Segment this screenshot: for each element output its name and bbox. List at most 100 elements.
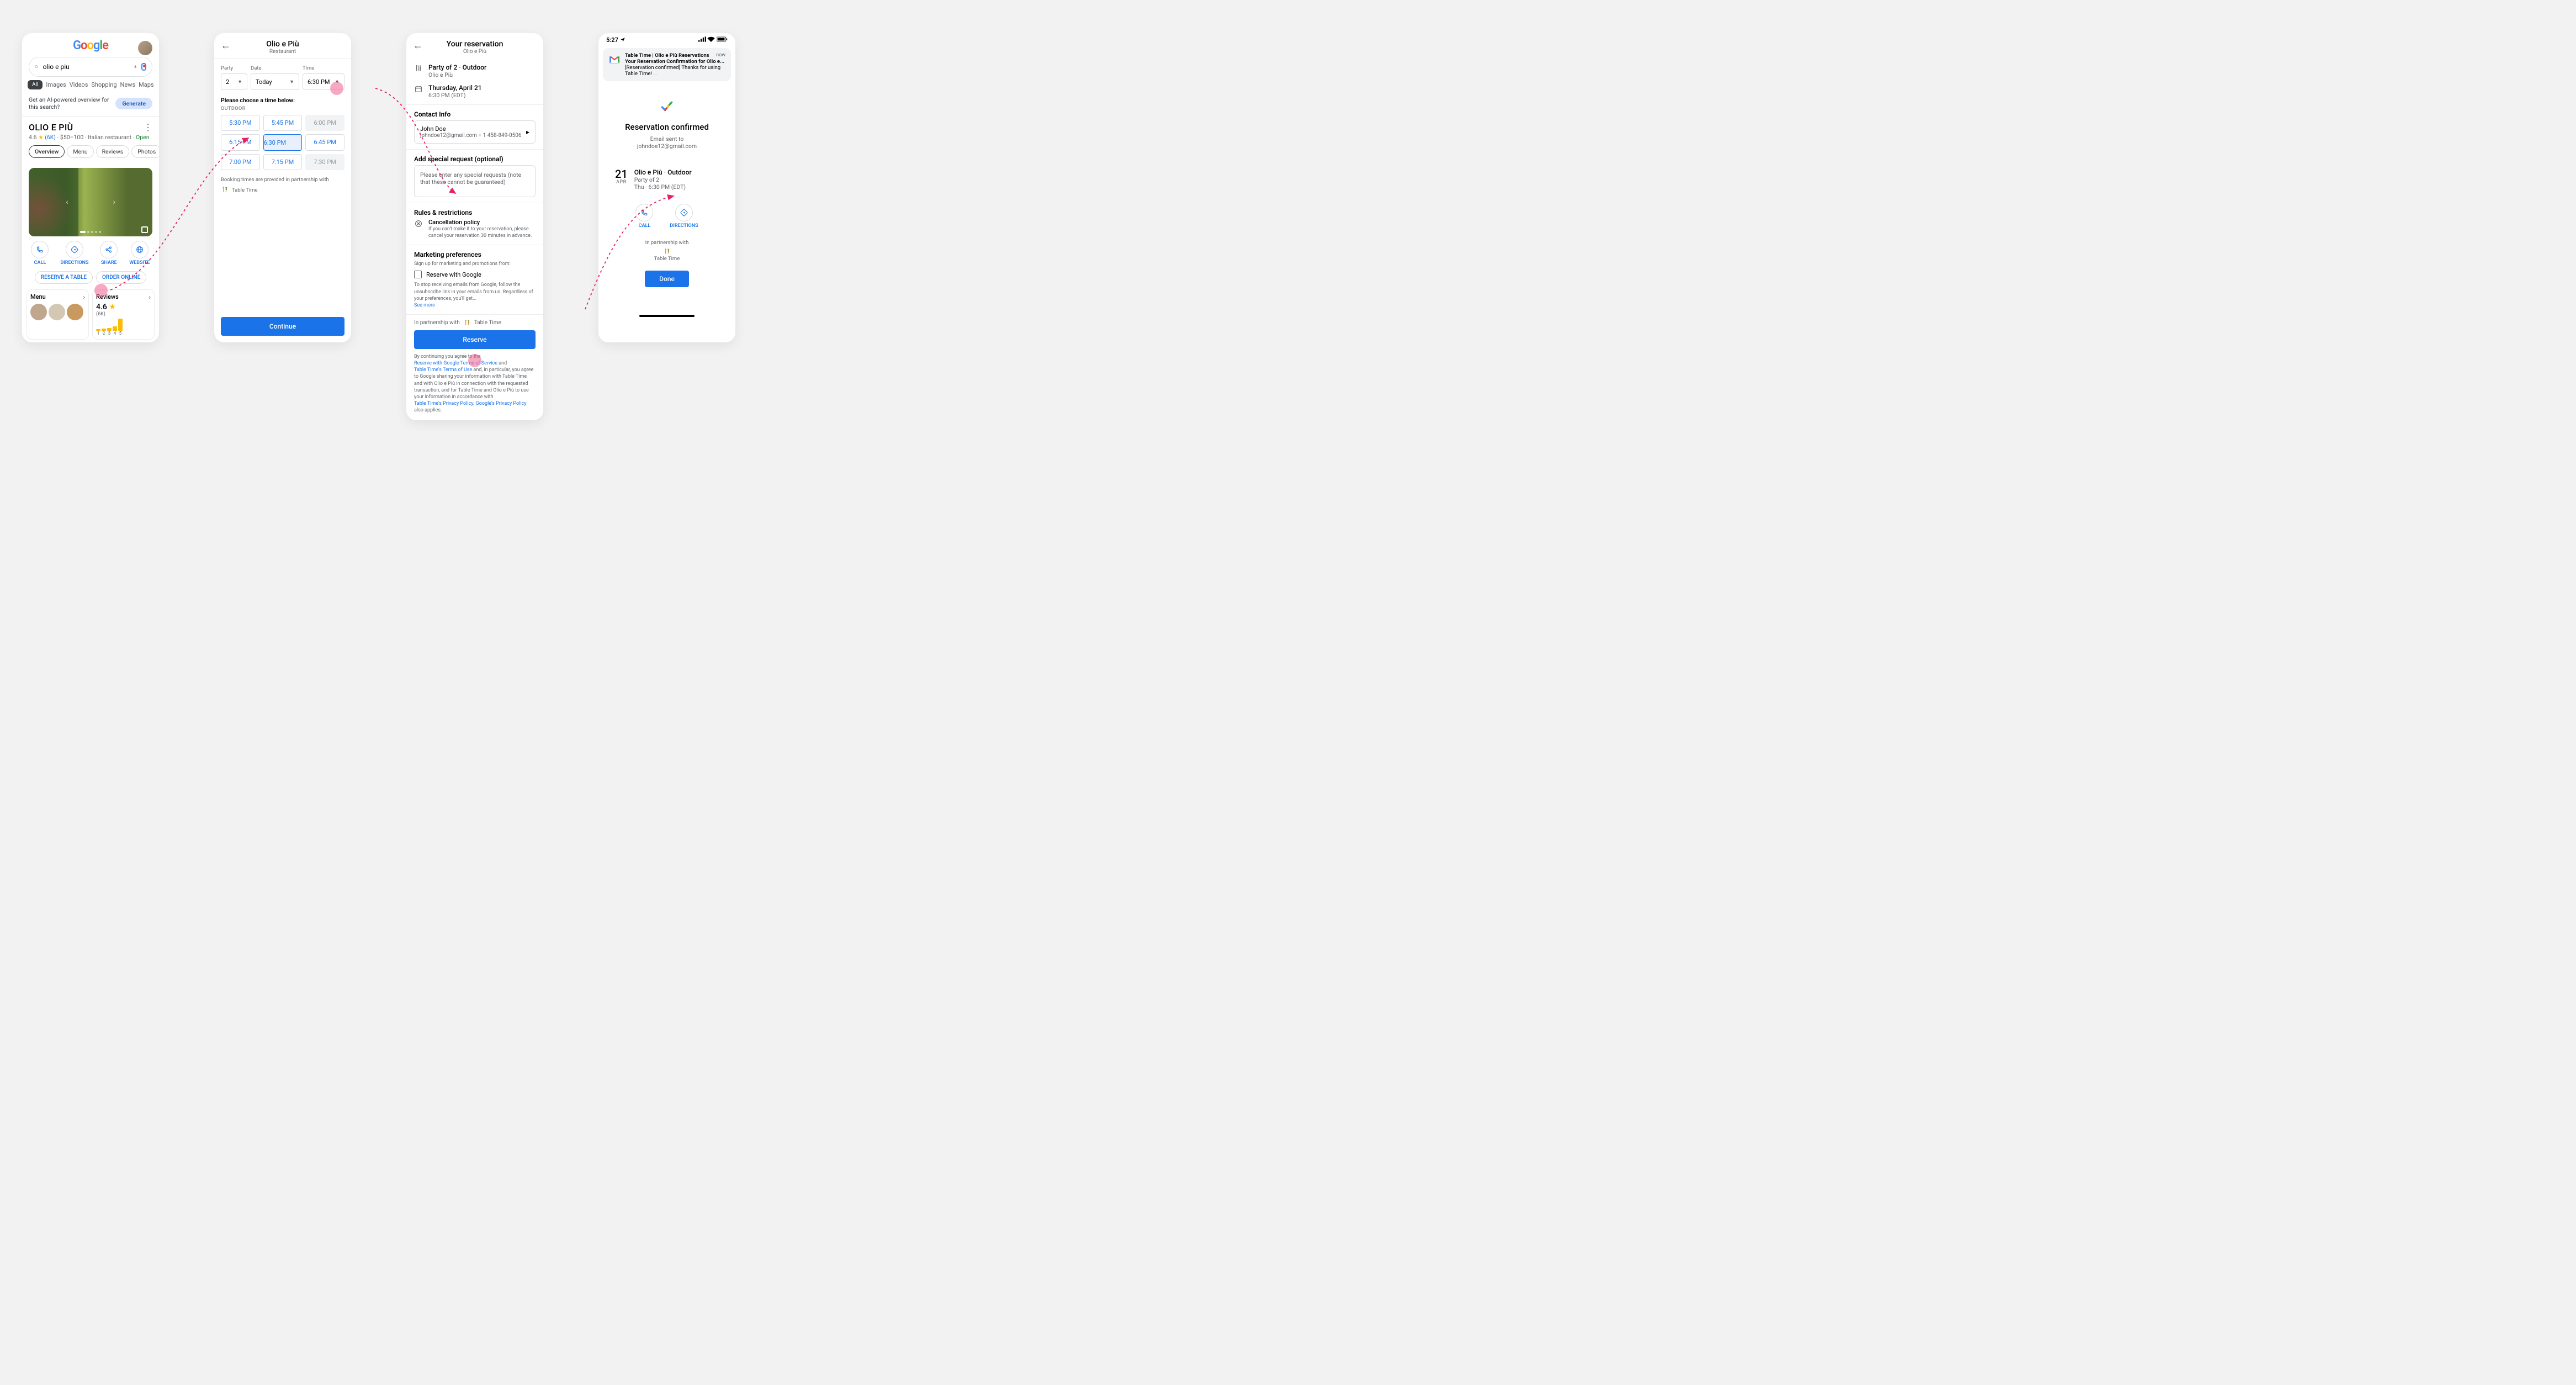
time-slot: 7:30 PM — [305, 154, 344, 170]
search-input[interactable] — [43, 63, 129, 71]
search-icon — [35, 63, 39, 71]
selector-row: Party 2▼ Date Today▼ Time 6:30 PM▼ — [214, 59, 351, 97]
lens-icon[interactable] — [141, 63, 146, 71]
tt-tos-link[interactable]: Table Time's Terms of Use — [414, 367, 472, 373]
rating-histogram — [96, 319, 151, 331]
flow-stage: Google All Images Videos Shopping News M… — [22, 33, 2554, 420]
time-grid: 5:30 PM5:45 PM6:00 PM 6:15 PM6:30 PM6:45 … — [214, 115, 351, 170]
ai-overview-row: Get an AI-powered overview for this sear… — [22, 93, 159, 117]
time-slot[interactable]: 5:45 PM — [263, 115, 303, 131]
mic-icon[interactable] — [134, 63, 137, 71]
carousel-prev-icon[interactable]: ‹ — [66, 198, 68, 207]
status-bar: 5:27 — [598, 33, 735, 47]
rwg-tos-link[interactable]: Reserve with Google Terms of Service — [414, 361, 497, 366]
continue-button[interactable]: Continue — [221, 317, 344, 336]
page-subtitle: Olio e Più — [406, 49, 543, 55]
search-tabs: All Images Videos Shopping News Maps — [22, 80, 159, 93]
special-request-section: Add special request (optional) Please en… — [406, 150, 543, 203]
reviews-link[interactable]: (6K) — [45, 134, 56, 141]
partner-line: Booking times are provided in partnershi… — [214, 170, 351, 200]
checkmark-icon — [660, 100, 674, 114]
date-select[interactable]: Today▼ — [251, 73, 299, 90]
tab-images[interactable]: Images — [46, 81, 66, 88]
website-button[interactable]: WEBSITE — [129, 241, 150, 266]
back-icon[interactable]: ← — [413, 40, 423, 51]
conf-action-row: CALL DIRECTIONS — [598, 200, 735, 236]
page-subtitle: Restaurant — [214, 49, 351, 55]
page-title: Olio e Più — [214, 40, 351, 49]
gmail-icon — [608, 54, 621, 66]
reserve-button[interactable]: Reserve — [414, 330, 536, 349]
chevron-right-icon: › — [83, 293, 85, 301]
wifi-icon — [707, 36, 715, 42]
avatar[interactable] — [138, 41, 152, 55]
time-slot[interactable]: 5:30 PM — [221, 115, 260, 131]
directions-button[interactable]: DIRECTIONS — [670, 204, 698, 229]
tab-all[interactable]: All — [28, 80, 43, 89]
see-more-link[interactable]: See more — [414, 303, 435, 308]
time-slot[interactable]: 6:45 PM — [305, 134, 344, 151]
home-indicator — [639, 315, 695, 317]
cards-row: › Menu › Reviews 4.6 ★ (6K) 12345 — [22, 289, 159, 342]
done-button[interactable]: Done — [645, 271, 689, 287]
time-label: Time — [303, 65, 344, 71]
tab-news[interactable]: News — [120, 81, 136, 88]
tab-shopping[interactable]: Shopping — [91, 81, 116, 88]
summary-section: Party of 2 · OutdoorOlio e Più Thursday,… — [406, 58, 543, 105]
partner-logo-icon — [463, 319, 471, 327]
time-slot[interactable]: 6:30 PM — [263, 134, 303, 151]
checkbox-icon[interactable] — [414, 271, 422, 278]
carousel-next-icon[interactable]: › — [113, 198, 115, 207]
partner-line: In partnership with Table Time — [406, 315, 543, 327]
directions-button[interactable]: DIRECTIONS — [60, 241, 88, 266]
search-bar[interactable] — [29, 57, 152, 77]
action-row: CALL DIRECTIONS SHARE WEBSITE — [22, 236, 159, 269]
ai-overview-text: Get an AI-powered overview for this sear… — [29, 96, 111, 110]
chip-row: Overview Menu Reviews Photos — [29, 145, 152, 158]
party-label: Party — [221, 65, 247, 71]
location-arrow-icon — [620, 37, 626, 43]
cta-row: RESERVE A TABLE ORDER ONLINE — [22, 269, 159, 289]
special-request-input[interactable]: Please enter any special requests (note … — [414, 165, 536, 197]
time-slot[interactable]: 6:15 PM — [221, 134, 260, 151]
chip-photos[interactable]: Photos — [131, 145, 159, 158]
overflow-icon[interactable]: ⋮ — [144, 122, 152, 133]
category-label: OUTDOOR — [214, 104, 351, 115]
reviews-card[interactable]: › Reviews 4.6 ★ (6K) 12345 — [92, 289, 155, 340]
tab-videos[interactable]: Videos — [70, 81, 88, 88]
battery-icon — [717, 36, 728, 42]
tab-maps[interactable]: Maps — [139, 81, 153, 88]
tt-privacy-link[interactable]: Table Time's Privacy Policy — [414, 401, 473, 406]
confirmation-block: Reservation confirmed Email sent to john… — [598, 87, 735, 158]
signal-icon — [698, 36, 706, 42]
call-button[interactable]: CALL — [31, 241, 49, 266]
party-icon — [414, 64, 423, 75]
reserve-table-button[interactable]: RESERVE A TABLE — [35, 271, 93, 284]
contact-box[interactable]: John Doe johndoe12@gmail.com + 1 458-849… — [414, 120, 536, 144]
marketing-checkbox-row[interactable]: Reserve with Google — [414, 267, 536, 282]
chip-overview[interactable]: Overview — [29, 145, 65, 158]
time-select[interactable]: 6:30 PM▼ — [303, 73, 344, 90]
chip-menu[interactable]: Menu — [67, 145, 93, 158]
party-select[interactable]: 2▼ — [221, 73, 247, 90]
phone-confirmation: 5:27 Table Time | Olio e Più Reservation… — [598, 33, 735, 342]
time-slot[interactable]: 7:00 PM — [221, 154, 260, 170]
legal-text: By continuing you agree to the Reserve w… — [406, 353, 543, 420]
notification-banner[interactable]: Table Time | Olio e Più Reservationsnow … — [603, 48, 731, 81]
time-slot[interactable]: 7:15 PM — [263, 154, 303, 170]
google-privacy-link[interactable]: Google's Privacy Policy — [476, 401, 527, 406]
back-icon[interactable]: ← — [221, 40, 231, 51]
choose-label: Please choose a time below: — [214, 97, 351, 104]
share-button[interactable]: SHARE — [100, 241, 118, 266]
generate-button[interactable]: Generate — [115, 98, 152, 109]
date-label: Date — [251, 65, 299, 71]
rules-section: Rules & restrictions Cancellation policy… — [406, 203, 543, 245]
hero-carousel[interactable]: ‹ › — [29, 168, 152, 236]
chip-reviews[interactable]: Reviews — [96, 145, 130, 158]
marketing-section: Marketing preferences Sign up for market… — [406, 245, 543, 315]
order-online-button[interactable]: ORDER ONLINE — [96, 271, 146, 284]
expand-icon[interactable] — [141, 226, 148, 233]
menu-card[interactable]: › Menu — [26, 289, 89, 340]
call-button[interactable]: CALL — [635, 204, 653, 229]
time-slot: 6:00 PM — [305, 115, 344, 131]
